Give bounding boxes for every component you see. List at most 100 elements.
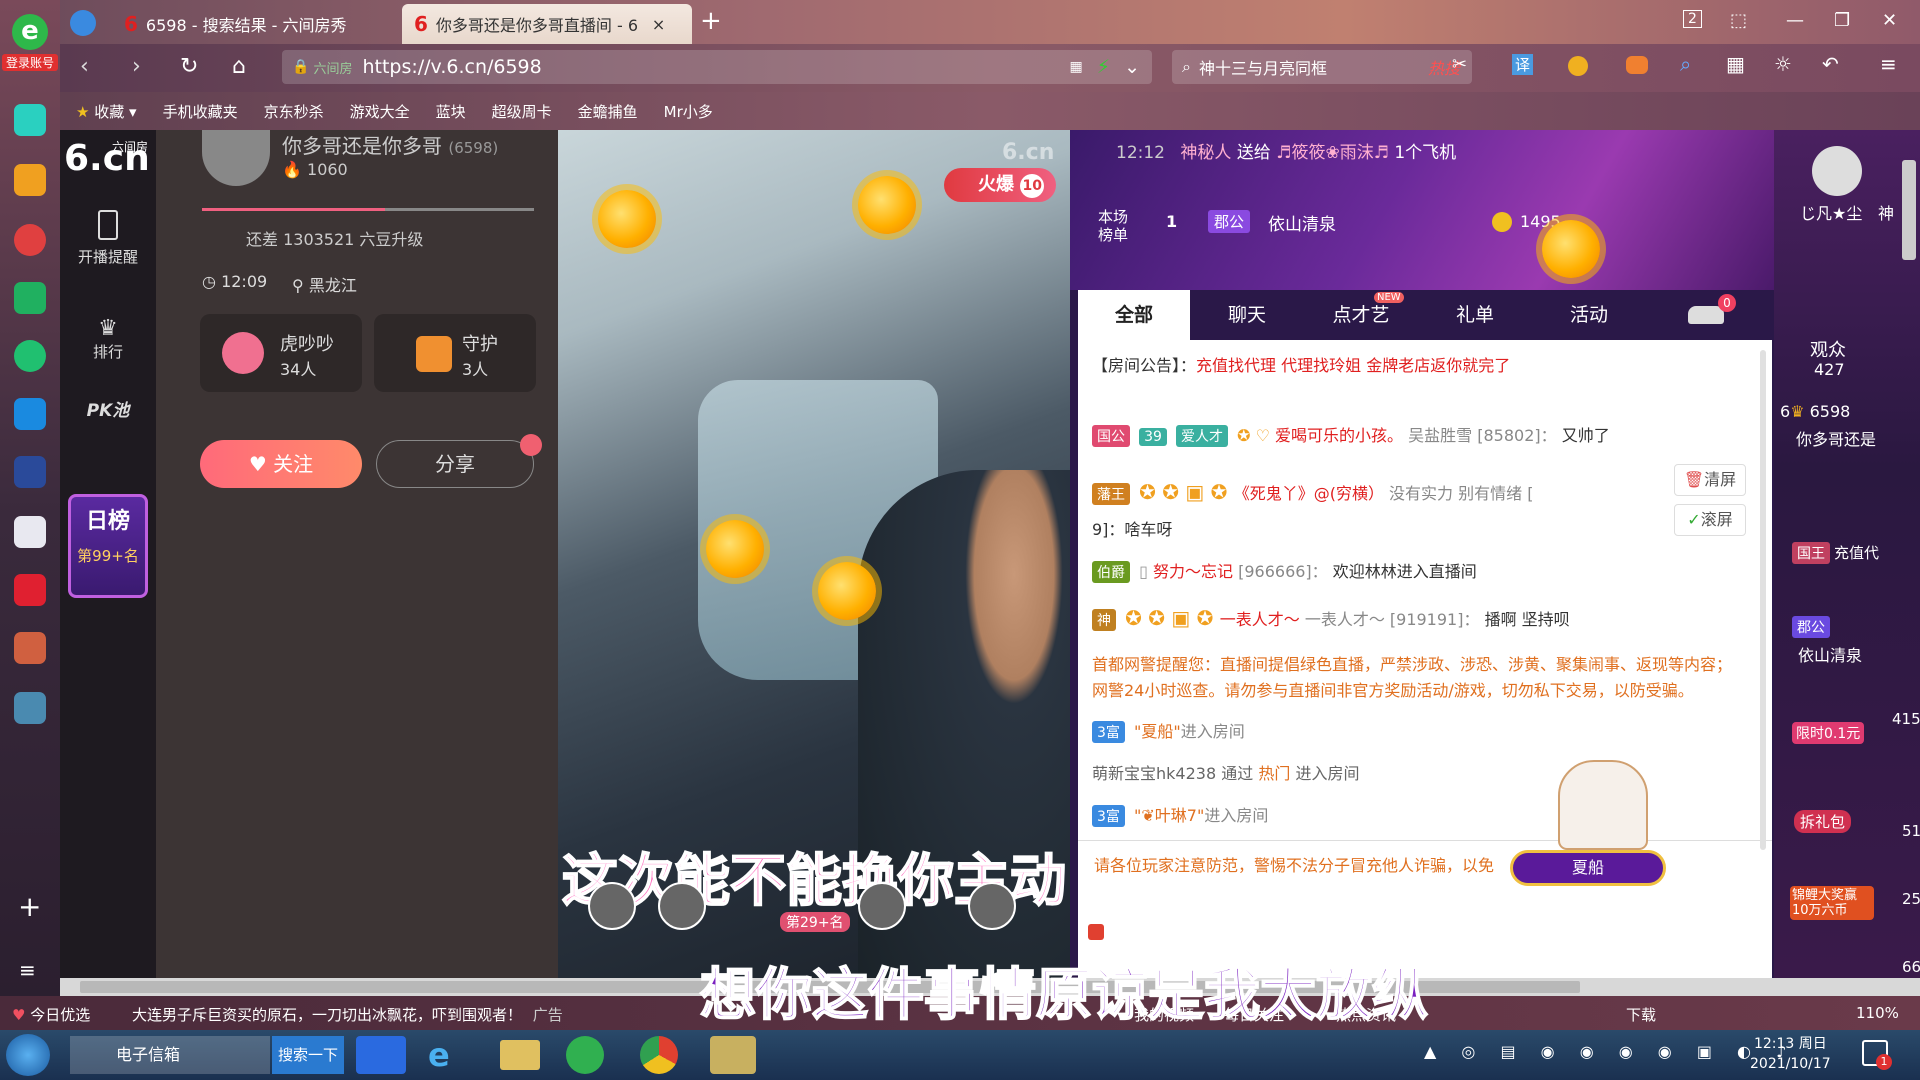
- top-user-name[interactable]: じ凡★尘: [1800, 200, 1862, 224]
- viewer-avatar[interactable]: [968, 882, 1016, 930]
- follow-button[interactable]: ♥ 关注: [200, 440, 362, 488]
- enter-user[interactable]: "❦叶琳7": [1134, 806, 1204, 825]
- new-tab-button[interactable]: +: [700, 6, 722, 36]
- add-icon[interactable]: +: [18, 890, 41, 923]
- tab-all[interactable]: 全部: [1078, 290, 1190, 340]
- reload-icon[interactable]: ↻: [180, 54, 198, 79]
- news-icon[interactable]: [14, 456, 46, 488]
- menu-icon[interactable]: ≡: [19, 958, 36, 982]
- chat-target[interactable]: 没有实力 别有情绪 [: [1389, 484, 1533, 503]
- search-box[interactable]: ⌕ 神十三与月亮同框 热搜: [1172, 50, 1472, 84]
- game2-icon[interactable]: [14, 692, 46, 724]
- tray-icons[interactable]: ▲ ◎ ▤ ◉ ◉ ◉ ◉ ▣ ◐ ♪: [1424, 1042, 1796, 1061]
- browser-logo-icon[interactable]: e: [12, 14, 48, 50]
- zoom-level[interactable]: 110%: [1856, 1004, 1899, 1022]
- chat-user[interactable]: 爱喝可乐的小孩。: [1275, 426, 1403, 445]
- chat-target[interactable]: [966666]：: [1238, 562, 1328, 581]
- url-text[interactable]: https://v.6.cn/6598: [362, 56, 541, 78]
- weibo-icon[interactable]: [14, 224, 46, 256]
- close-window-icon[interactable]: ✕: [1882, 10, 1897, 31]
- dropdown-icon[interactable]: ⌄: [1124, 56, 1140, 78]
- search-text[interactable]: 神十三与月亮同框: [1199, 55, 1327, 79]
- chat-user[interactable]: 努力～忘记: [1153, 562, 1233, 581]
- p-app-icon[interactable]: [14, 398, 46, 430]
- nav-pk[interactable]: PK池: [60, 400, 156, 422]
- fan-club-card[interactable]: 虎吵吵 34人: [200, 314, 362, 392]
- app-task-icon[interactable]: [710, 1036, 756, 1074]
- share-button[interactable]: 分享: [376, 440, 534, 488]
- audience-label[interactable]: 观众: [1810, 336, 1846, 362]
- chat-user[interactable]: 《死鬼丫》@(穷横）: [1234, 484, 1384, 503]
- bookmark-lanjian[interactable]: 蓝块: [436, 101, 466, 122]
- audience-item[interactable]: 郡公: [1792, 616, 1834, 638]
- bookmark-fishing[interactable]: 金蟾捕鱼: [578, 101, 638, 122]
- translate-icon[interactable]: 译: [1512, 54, 1534, 75]
- audience-item[interactable]: 国王 充值代: [1792, 542, 1879, 564]
- chrome-icon[interactable]: [640, 1036, 678, 1074]
- car-icon[interactable]: [1688, 306, 1724, 324]
- page-scrollbar[interactable]: [1902, 160, 1916, 260]
- enter-source[interactable]: 热门: [1258, 764, 1290, 783]
- start-button[interactable]: [6, 1034, 50, 1076]
- tab-live-room[interactable]: 6 你多哥还是你多哥直播间 - 6 ×: [402, 4, 692, 44]
- hot-badge[interactable]: 火爆 10: [944, 168, 1056, 202]
- chat-user[interactable]: 一表人才～: [1220, 610, 1300, 629]
- main-menu-icon[interactable]: ≡: [1880, 52, 1897, 76]
- browser-home-icon[interactable]: [70, 10, 96, 36]
- ride-name-button[interactable]: 夏船: [1510, 850, 1666, 886]
- maximize-icon[interactable]: ❐: [1834, 10, 1850, 31]
- browser-task-icon[interactable]: [566, 1036, 604, 1074]
- back-icon[interactable]: ‹: [80, 54, 89, 79]
- folder-icon[interactable]: [500, 1040, 540, 1070]
- url-bar[interactable]: 🔒 六间房 https://v.6.cn/6598 ▦ ⚡ ⌄: [282, 50, 1152, 84]
- forward-icon[interactable]: ›: [132, 54, 141, 79]
- promo-giftpack[interactable]: 拆礼包: [1794, 810, 1852, 833]
- host-avatar[interactable]: [202, 130, 270, 186]
- chat-target[interactable]: 一表人才～ [919191]：: [1305, 610, 1480, 629]
- site-logo[interactable]: 6.cn 六间房: [64, 138, 154, 179]
- promo-koi[interactable]: 锦鲤大奖赢10万六币: [1790, 886, 1874, 920]
- audience-item[interactable]: 6♛ 6598: [1780, 402, 1850, 421]
- today-picks[interactable]: ♥ 今日优选: [12, 1004, 90, 1025]
- game1-icon[interactable]: [14, 632, 46, 664]
- viewer-avatar[interactable]: [858, 882, 906, 930]
- game-icon[interactable]: [1626, 56, 1648, 74]
- find-icon[interactable]: ⌕: [1680, 52, 1691, 76]
- chat-scrollbar[interactable]: [1760, 350, 1766, 850]
- taskbar-search-button[interactable]: 搜索一下: [272, 1036, 344, 1074]
- chat-input-icon[interactable]: [1088, 924, 1104, 940]
- minimize-icon[interactable]: —: [1786, 10, 1804, 31]
- skin-icon[interactable]: ⬚: [1730, 10, 1747, 31]
- news-ticker[interactable]: 大连男子斥巨资买的原石，一刀切出冰飘花，吓到围观者！ 广告: [132, 1004, 563, 1025]
- login-button[interactable]: 登录账号: [2, 54, 58, 71]
- bookmark-mobile[interactable]: 手机收藏夹: [163, 101, 238, 122]
- taskbar-app-mail[interactable]: 电子信箱: [70, 1036, 270, 1074]
- cut-icon[interactable]: ✂: [1452, 54, 1467, 75]
- chat-target[interactable]: 吴盐胜雪 [85802]：: [1408, 426, 1556, 445]
- tab-count-badge[interactable]: 2: [1683, 10, 1702, 28]
- tab-chat[interactable]: 聊天: [1190, 290, 1304, 340]
- grid-icon[interactable]: ▦: [1726, 52, 1745, 76]
- bookmark-games[interactable]: 游戏大全: [350, 101, 410, 122]
- favorites-icon[interactable]: [14, 164, 46, 196]
- viewer-avatar[interactable]: [658, 882, 706, 930]
- promo-limited[interactable]: 限时0.1元: [1792, 722, 1865, 744]
- home-icon[interactable]: ⌂: [232, 54, 246, 79]
- tab-giftlist[interactable]: 礼单: [1418, 290, 1532, 340]
- nav-rank[interactable]: ♛ 排行: [60, 316, 156, 362]
- bookmark-mrxiaoduo[interactable]: Mr小多: [664, 101, 713, 122]
- guard-card[interactable]: 守护 3人: [374, 314, 536, 392]
- nav-live-remind[interactable]: 开播提醒: [60, 210, 156, 267]
- speed-icon[interactable]: ⚡: [1097, 56, 1110, 78]
- daily-rank-card[interactable]: 日榜 第99+名: [68, 494, 148, 598]
- live-video[interactable]: 6.cn 火爆 10 这次能不能换你主动 第29+名: [558, 130, 1070, 978]
- download-button[interactable]: 下载: [1626, 1004, 1656, 1025]
- bookmark-jd[interactable]: 京东秒杀: [264, 101, 324, 122]
- clear-screen-button[interactable]: 🗑清屏: [1674, 464, 1746, 496]
- viewer-avatar[interactable]: [588, 882, 636, 930]
- bookmark-weekcard[interactable]: 超级周卡: [492, 101, 552, 122]
- bookmark-favorites[interactable]: ★ 收藏 ▾: [76, 101, 137, 122]
- qr-icon[interactable]: ▦: [1070, 59, 1083, 75]
- top-user2-name[interactable]: 神: [1878, 200, 1894, 224]
- brightness-icon[interactable]: ☼: [1774, 52, 1792, 76]
